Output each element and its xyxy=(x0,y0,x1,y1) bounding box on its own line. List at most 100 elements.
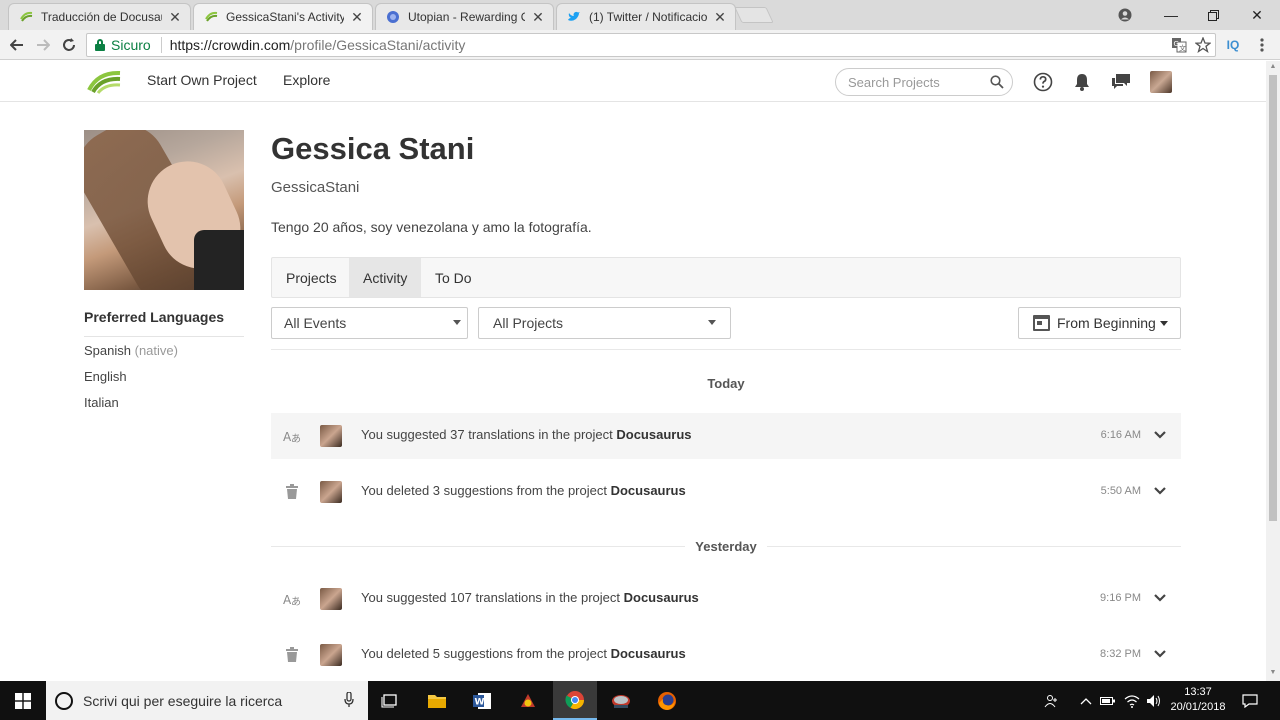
notifications-bell-icon[interactable] xyxy=(1071,71,1093,93)
activity-row[interactable]: You deleted 5 suggestions from the proje… xyxy=(271,632,1181,678)
nav-start-own-project[interactable]: Start Own Project xyxy=(147,72,257,88)
svg-text:あ: あ xyxy=(291,596,301,607)
close-tab-icon[interactable]: ✕ xyxy=(531,9,545,26)
search-input[interactable]: Search Projects xyxy=(835,68,1013,96)
site-header: Start Own Project Explore Search Project… xyxy=(0,61,1266,102)
crowdin-logo-icon[interactable] xyxy=(86,68,122,96)
taskbar-clock[interactable]: 13:37 20/01/2018 xyxy=(1166,685,1230,715)
language-item: Italian xyxy=(84,395,119,410)
scroll-up-arrow-icon[interactable]: ▲ xyxy=(1269,63,1277,70)
minimize-button[interactable]: — xyxy=(1148,0,1194,30)
profile-icon[interactable] xyxy=(1102,0,1148,30)
divider xyxy=(84,336,244,337)
clock-date: 20/01/2018 xyxy=(1170,701,1226,713)
divider xyxy=(271,349,1181,350)
battery-icon[interactable] xyxy=(1098,681,1118,720)
avatar xyxy=(320,644,342,666)
calendar-icon xyxy=(1033,315,1050,331)
help-icon[interactable] xyxy=(1032,71,1054,93)
activity-time: 6:16 AM xyxy=(1100,429,1141,441)
show-hidden-icons-icon[interactable] xyxy=(1076,681,1096,720)
project-link[interactable]: Docusaurus xyxy=(611,483,686,498)
browser-tab-twitter[interactable]: (1) Twitter / Notificacion ✕ xyxy=(556,3,736,30)
avatar xyxy=(320,481,342,503)
menu-kebab-icon[interactable] xyxy=(1252,34,1272,56)
activity-time: 8:32 PM xyxy=(1100,648,1141,660)
windows-start-icon[interactable] xyxy=(0,681,46,720)
close-tab-icon[interactable]: ✕ xyxy=(713,9,727,26)
bookmark-star-icon[interactable] xyxy=(1192,34,1214,56)
day-heading-yesterday: Yesterday xyxy=(271,539,1181,554)
date-range-label: From Beginning xyxy=(1057,315,1156,331)
clock-time: 13:37 xyxy=(1184,686,1212,698)
search-icon[interactable] xyxy=(990,75,1004,92)
close-window-button[interactable]: ✕ xyxy=(1234,0,1280,30)
events-filter-select[interactable]: All Events xyxy=(271,307,468,339)
project-link[interactable]: Docusaurus xyxy=(624,590,699,605)
task-view-icon[interactable] xyxy=(368,681,412,720)
page-scrollbar[interactable]: ▲ ▼ xyxy=(1266,61,1280,681)
activity-row[interactable]: You deleted 3 suggestions from the proje… xyxy=(271,469,1181,515)
chevron-down-icon xyxy=(1159,320,1168,326)
activity-text: You deleted 3 suggestions from the proje… xyxy=(361,483,686,498)
chevron-down-icon[interactable] xyxy=(1153,591,1167,605)
nav-explore[interactable]: Explore xyxy=(283,72,330,88)
back-arrow-icon[interactable] xyxy=(6,34,28,56)
firefox-icon[interactable] xyxy=(645,681,689,720)
tab-activity[interactable]: Activity xyxy=(349,258,422,297)
browser-tab-title: Traducción de Docusaur xyxy=(41,10,162,24)
wifi-icon[interactable] xyxy=(1122,681,1142,720)
browser-tab-traduccion[interactable]: Traducción de Docusaur ✕ xyxy=(8,3,191,30)
chevron-down-icon[interactable] xyxy=(1153,647,1167,661)
browser-tab-activity[interactable]: GessicaStani's Activity - C ✕ xyxy=(193,3,373,30)
project-link[interactable]: Docusaurus xyxy=(611,646,686,661)
url-path: /profile/GessicaStani/activity xyxy=(290,37,466,53)
browser-tab-utopian[interactable]: Utopian - Rewarding Op ✕ xyxy=(375,3,554,30)
profile-username: GessicaStani xyxy=(271,179,360,196)
trash-icon xyxy=(283,646,301,664)
projects-filter-value: All Projects xyxy=(493,315,564,331)
translate-page-icon[interactable]: G文 xyxy=(1168,34,1190,56)
chrome-icon[interactable] xyxy=(553,681,597,720)
file-explorer-icon[interactable] xyxy=(415,681,459,720)
microphone-icon[interactable] xyxy=(344,691,354,711)
reload-icon[interactable] xyxy=(58,34,80,56)
browser-tab-title: (1) Twitter / Notificacion xyxy=(589,10,707,24)
project-link[interactable]: Docusaurus xyxy=(616,427,691,442)
forward-arrow-icon[interactable] xyxy=(32,34,54,56)
people-icon[interactable] xyxy=(1040,681,1064,720)
restore-button[interactable] xyxy=(1190,0,1236,30)
messages-icon[interactable] xyxy=(1110,71,1132,93)
browser-tabstrip: Traducción de Docusaur ✕ GessicaStani's … xyxy=(0,0,1280,30)
utopian-favicon-icon xyxy=(386,10,400,24)
crowdin-favicon-icon xyxy=(204,10,218,24)
scroll-down-arrow-icon[interactable]: ▼ xyxy=(1269,669,1277,676)
chevron-down-icon[interactable] xyxy=(1153,428,1167,442)
close-tab-icon[interactable]: ✕ xyxy=(350,9,364,26)
activity-text: You suggested 37 translations in the pro… xyxy=(361,427,692,442)
user-avatar[interactable] xyxy=(1150,71,1172,93)
projects-filter-select[interactable]: All Projects xyxy=(478,307,731,339)
tab-to-do[interactable]: To Do xyxy=(421,258,486,297)
word-icon[interactable]: W xyxy=(460,681,504,720)
chevron-down-icon[interactable] xyxy=(1153,484,1167,498)
language-note: (native) xyxy=(134,343,178,358)
volume-icon[interactable] xyxy=(1144,681,1164,720)
taskbar-search-input[interactable]: Scrivi qui per eseguire la ricerca xyxy=(46,681,368,720)
avatar xyxy=(320,425,342,447)
date-range-button[interactable]: From Beginning xyxy=(1018,307,1181,339)
app-icon[interactable] xyxy=(506,681,550,720)
secure-label: Sicuro xyxy=(111,37,151,53)
action-center-icon[interactable] xyxy=(1238,681,1262,720)
close-tab-icon[interactable]: ✕ xyxy=(168,9,182,26)
app-icon[interactable] xyxy=(599,681,643,720)
new-tab-button[interactable] xyxy=(734,7,774,23)
tab-projects[interactable]: Projects xyxy=(272,258,351,297)
scrollbar-thumb[interactable] xyxy=(1269,75,1277,521)
address-bar[interactable]: Sicuro https://crowdin.com/profile/Gessi… xyxy=(86,33,1216,57)
activity-row[interactable]: Aあ You suggested 107 translations in the… xyxy=(271,576,1181,622)
language-name: Italian xyxy=(84,395,119,410)
language-name: Spanish xyxy=(84,343,131,358)
activity-row[interactable]: Aあ You suggested 37 translations in the … xyxy=(271,413,1181,459)
extension-iq-icon[interactable]: IQ xyxy=(1222,34,1244,56)
